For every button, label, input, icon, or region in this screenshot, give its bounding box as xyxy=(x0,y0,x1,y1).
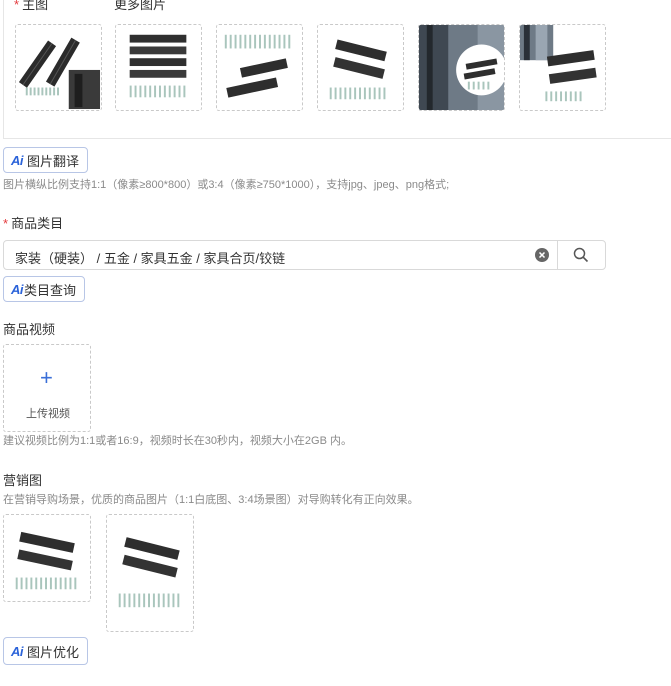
search-divider xyxy=(557,241,558,269)
marketing-hint: 在营销导购场景，优质的商品图片（1:1白底图、3:4场景图）对导购转化有正向效果… xyxy=(3,494,419,506)
ai-image-translate-button[interactable]: Ai 图片翻译 xyxy=(3,147,89,173)
video-hint: 建议视频比例为1:1或者16:9，视频时长在30秒内，视频大小在2GB 内。 xyxy=(3,435,353,447)
ai-category-query-button[interactable]: Ai 类目查询 xyxy=(3,276,86,302)
image-thumb-6[interactable] xyxy=(519,24,606,111)
ai-image-translate-label: 图片翻译 xyxy=(27,153,80,169)
upload-video-button[interactable]: + 上传视频 xyxy=(3,344,91,432)
category-select[interactable]: 家装（硬装） / 五金 / 家具五金 / 家具合页/铰链 xyxy=(3,240,606,270)
image-thumb-4[interactable] xyxy=(317,24,404,111)
marketing-image-3-4[interactable] xyxy=(106,514,194,632)
image-format-hint: 图片横纵比例支持1:1（像素≥800*800）或3:4（像素≥750*1000）… xyxy=(3,179,450,191)
ai-image-optimize-label: 图片优化 xyxy=(27,644,80,660)
video-label: 商品视频 xyxy=(3,322,56,337)
ai-logo-icon: Ai xyxy=(11,281,24,297)
clear-icon[interactable] xyxy=(535,248,549,262)
image-thumb-5[interactable] xyxy=(418,24,505,111)
category-label: * 商品类目 xyxy=(3,216,64,231)
image-thumb-2[interactable] xyxy=(115,24,202,111)
marketing-image-1-1[interactable] xyxy=(3,514,91,602)
category-value: 家装（硬装） / 五金 / 家具五金 / 家具合页/铰链 xyxy=(15,251,286,266)
search-icon[interactable] xyxy=(573,247,589,263)
ai-logo-icon: Ai xyxy=(11,152,24,168)
marketing-label: 营销图 xyxy=(3,473,43,488)
ai-image-optimize-button[interactable]: Ai 图片优化 xyxy=(3,637,89,665)
image-thumb-1[interactable] xyxy=(15,24,102,111)
image-thumb-3[interactable] xyxy=(216,24,303,111)
upload-video-label: 上传视频 xyxy=(26,408,70,420)
ai-category-query-label: 类目查询 xyxy=(24,282,77,298)
more-images-label: 更多图片 xyxy=(114,0,167,12)
main-image-label: * 主图 xyxy=(14,0,49,12)
plus-icon: + xyxy=(40,365,53,390)
ai-logo-icon: Ai xyxy=(11,643,24,659)
